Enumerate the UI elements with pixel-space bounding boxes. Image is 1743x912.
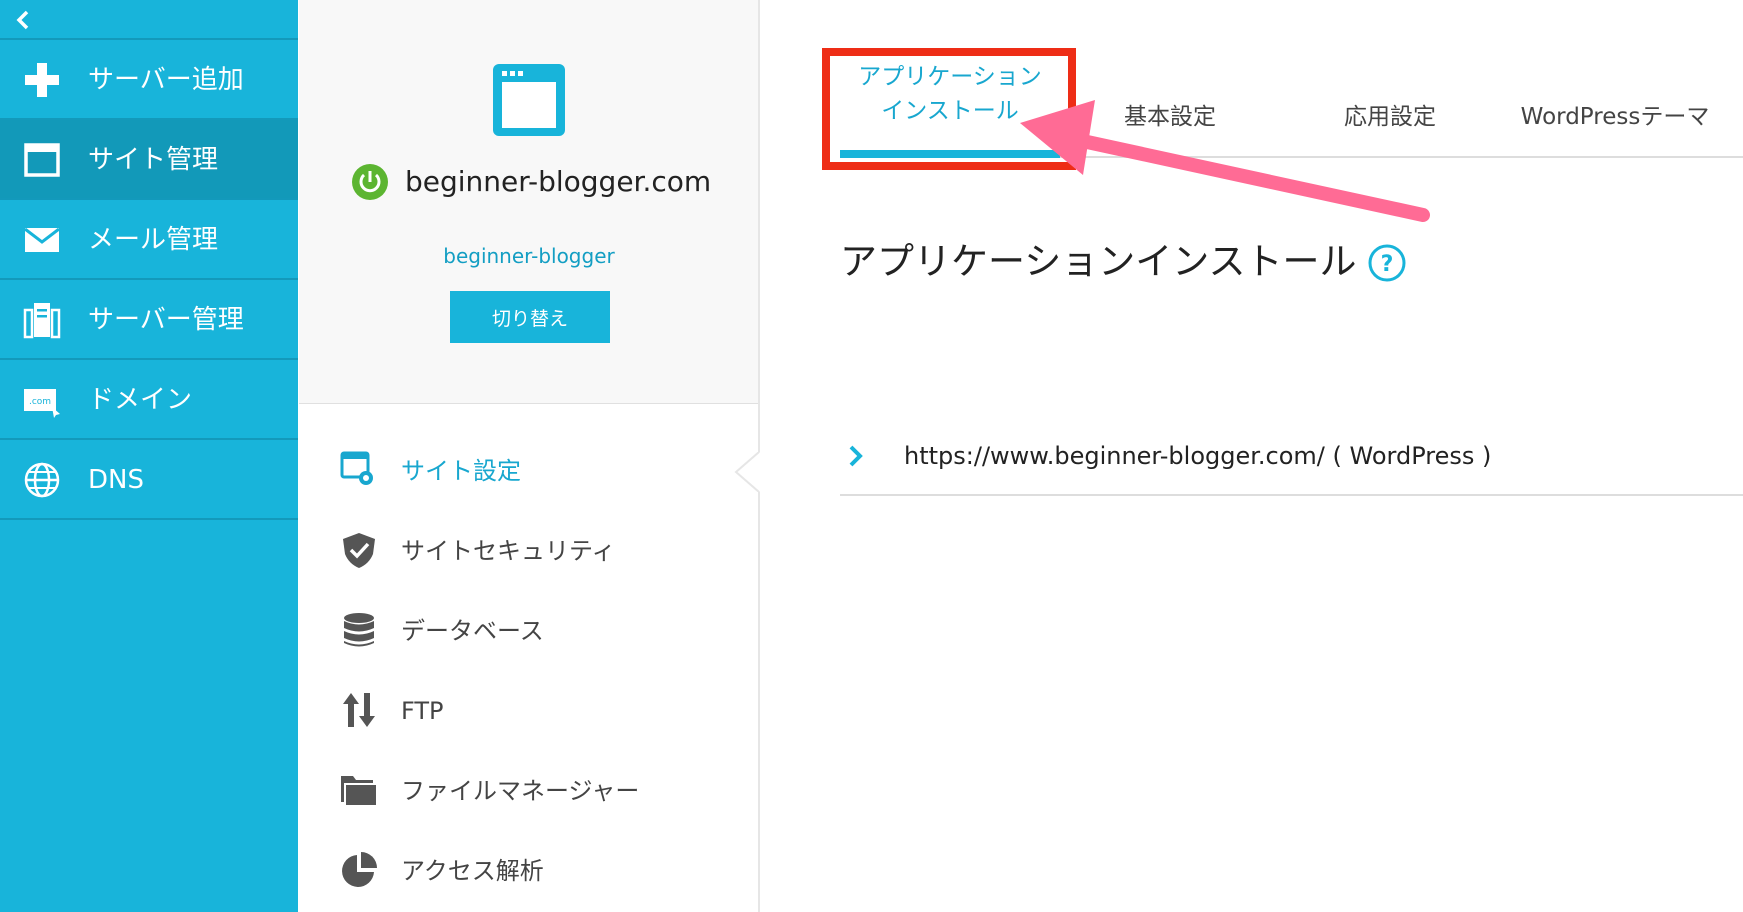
- menu-item-label: サイトセキュリティ: [401, 537, 616, 565]
- svg-text:.com: .com: [29, 397, 51, 407]
- shield-icon: [343, 533, 375, 568]
- site-info-panel: beginner-blogger.com beginner-blogger 切り…: [299, 0, 759, 404]
- sidebar-item-label: メール管理: [88, 225, 219, 255]
- sidebar-collapse-button[interactable]: [0, 0, 298, 40]
- power-status-icon: [352, 164, 388, 200]
- menu-item-database[interactable]: データベース: [299, 590, 759, 670]
- installed-app-url: https://www.beginner-blogger.com/ ( Word…: [904, 442, 1492, 470]
- sidebar-item-server-add[interactable]: サーバー追加: [0, 40, 298, 120]
- plus-icon: [25, 63, 59, 97]
- menu-item-label: ファイルマネージャー: [401, 777, 640, 805]
- database-icon: [344, 613, 374, 647]
- menu-item-site-settings[interactable]: サイト設定: [299, 430, 759, 510]
- installed-app-row[interactable]: https://www.beginner-blogger.com/ ( Word…: [840, 430, 1743, 496]
- switch-site-button[interactable]: 切り替え: [450, 291, 610, 343]
- sidebar-item-label: サーバー追加: [88, 65, 244, 95]
- help-icon[interactable]: ?: [1368, 244, 1406, 282]
- sidebar-item-server-management[interactable]: サーバー管理: [0, 280, 298, 360]
- menu-item-label: サイト設定: [401, 457, 521, 485]
- site-window-icon: [493, 64, 565, 136]
- site-settings-icon: [340, 451, 373, 485]
- menu-item-label: データベース: [401, 617, 544, 645]
- tab-wordpress-theme[interactable]: WordPressテーマ: [1500, 100, 1730, 196]
- menu-item-site-security[interactable]: サイトセキュリティ: [299, 510, 759, 590]
- sidebar-item-label: DNS: [88, 465, 144, 495]
- sidebar-item-dns[interactable]: DNS: [0, 440, 298, 520]
- mail-icon: [24, 227, 60, 252]
- sidebar-item-label: ドメイン: [88, 385, 193, 415]
- sidebar-item-mail-management[interactable]: メール管理: [0, 200, 298, 280]
- sidebar-item-site-management[interactable]: サイト管理: [0, 120, 298, 200]
- server-icon: [23, 303, 61, 339]
- site-account-name: beginner-blogger: [443, 244, 615, 268]
- pie-chart-icon: [342, 852, 377, 887]
- menu-item-label: FTP: [401, 697, 444, 725]
- menu-item-label: アクセス解析: [401, 857, 544, 885]
- globe-icon: [24, 462, 60, 498]
- annotation-arrow-icon: [1020, 100, 1430, 222]
- site-domain-name: beginner-blogger.com: [405, 165, 712, 198]
- sidebar-item-label: サイト管理: [88, 145, 219, 175]
- sidebar: サーバー追加 サイト管理 メール管理 サーバー管理 .com ドメイン DNS: [0, 0, 298, 912]
- menu-item-file-manager[interactable]: ファイルマネージャー: [299, 750, 759, 830]
- menu-item-access-analysis[interactable]: アクセス解析: [299, 830, 759, 910]
- page-title: アプリケーションインストール: [840, 240, 1357, 283]
- chevron-left-icon: [16, 10, 29, 30]
- domain-com-icon: .com: [24, 389, 60, 418]
- sidebar-item-label: サーバー管理: [88, 305, 244, 335]
- chevron-right-icon: [849, 445, 863, 467]
- svg-text:?: ?: [1381, 252, 1394, 277]
- folder-icon: [341, 776, 378, 807]
- menu-item-ftp[interactable]: FTP: [299, 670, 759, 750]
- sidebar-item-domain[interactable]: .com ドメイン: [0, 360, 298, 440]
- window-icon: [24, 143, 60, 177]
- transfer-arrows-icon: [343, 693, 375, 727]
